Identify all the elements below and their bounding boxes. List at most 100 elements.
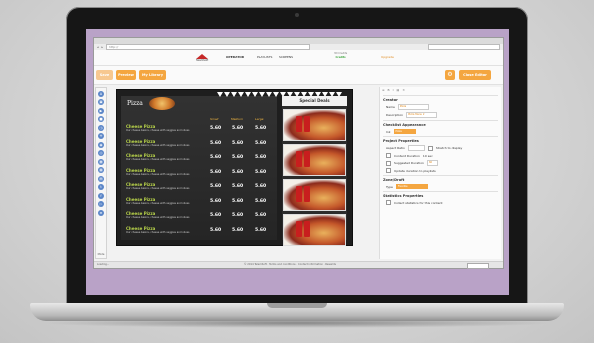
statistics-label: Collect statistics for this content <box>394 200 443 205</box>
deal-image[interactable] <box>283 214 346 246</box>
menu-item-price-large: 5.60 <box>255 198 267 204</box>
menu-item-row[interactable]: Cheese Pizza Our cheese basics, cheese wi… <box>126 211 274 224</box>
rss-icon[interactable]: ◉ <box>98 141 104 148</box>
back-icon[interactable]: ◂ <box>97 45 99 49</box>
menu-item-row[interactable]: Cheese Pizza Our cheese basics, cheese wi… <box>126 168 274 181</box>
type-select[interactable]: Flexible <box>395 184 428 189</box>
section-zone: Zone/Draft <box>383 175 498 182</box>
upgrade-link[interactable]: Upgrade <box>381 55 394 59</box>
update-label: Update duration to playlists <box>394 168 436 173</box>
menu-item-description: Our cheese basics, cheese with veggies a… <box>126 230 190 234</box>
nav-playlists[interactable]: PLAYLISTS <box>257 55 272 59</box>
menu-item-row[interactable]: Cheese Pizza Our cheese basics, cheese wi… <box>126 139 274 152</box>
laptop-notch <box>267 303 327 308</box>
menu-item-row[interactable]: Cheese Pizza Our cheese basics, cheese wi… <box>126 153 274 166</box>
browser-window: ◂ ▸ http:// TelemSoft OPERATOR PLAYLISTS… <box>93 37 504 269</box>
design-canvas[interactable]: Pizza Small Medium Large Cheese Pizza Our… <box>116 89 353 246</box>
column-medium: Medium <box>231 117 243 121</box>
nav-operator[interactable]: OPERATOR <box>226 55 244 59</box>
image-icon[interactable]: ▣ <box>98 99 104 105</box>
name-field[interactable]: Pizza <box>397 104 429 110</box>
menu-item-description: Our cheese basics, cheese with veggies a… <box>126 158 190 161</box>
align-icon[interactable]: ≡ <box>382 88 385 92</box>
layer-icon[interactable]: ▤ <box>396 88 399 92</box>
save-button[interactable]: Save <box>96 70 113 80</box>
menu-item-row[interactable]: Cheese Pizza Our cheese basics, cheese wi… <box>126 226 274 239</box>
playlist-icon[interactable]: ≡ <box>98 209 104 216</box>
menu-item-description: Our cheese basics, cheese with veggies a… <box>126 201 190 205</box>
suggested-checkbox[interactable] <box>386 160 391 166</box>
close-editor-button[interactable]: Close Editor <box>459 70 491 80</box>
italic-icon[interactable]: I <box>393 88 394 92</box>
menu-item-row[interactable]: Cheese Pizza Our cheese basics, cheese wi… <box>126 182 274 195</box>
mode-label[interactable]: Mode <box>96 253 106 256</box>
menu-item-description: Our cheese basics, cheese with veggies a… <box>126 143 190 147</box>
deal-image[interactable] <box>283 144 346 176</box>
footer-links[interactable]: © 2014 TelemSoft · Terms and conditions … <box>244 262 336 268</box>
menu-item-price-large: 5.60 <box>255 126 267 131</box>
column-large: Large <box>255 117 264 121</box>
content-duration-label: Content Duration <box>394 153 420 158</box>
special-deals-panel[interactable]: Special Deals <box>282 96 347 246</box>
forward-icon[interactable]: ▸ <box>102 45 104 49</box>
settings-gear-icon[interactable]: ⚙ <box>445 70 455 80</box>
stretch-checkbox[interactable] <box>427 145 433 151</box>
table-icon[interactable]: ▦ <box>98 158 104 165</box>
menu-item-price-medium: 5.60 <box>232 184 244 189</box>
youtube-icon[interactable]: ▷ <box>98 201 104 207</box>
menu-item-description: Our cheese basics, cheese with veggies a… <box>126 129 190 132</box>
column-small: Small <box>210 117 219 121</box>
web-icon[interactable]: ◎ <box>98 150 104 156</box>
special-deals-title: Special Deals <box>282 96 347 106</box>
duration-checkbox[interactable] <box>386 153 391 158</box>
menu-board[interactable]: Pizza Small Medium Large Cheese Pizza Our… <box>121 96 277 240</box>
shape-icon[interactable]: ■ <box>98 116 104 122</box>
bold-icon[interactable]: B <box>388 88 390 92</box>
stretch-label: Stretch to display <box>435 146 463 150</box>
qr-icon[interactable]: ▩ <box>98 167 104 173</box>
weather-icon[interactable]: ☀ <box>98 133 104 139</box>
menu-item-row[interactable]: Cheese Pizza Our cheese basics, cheese wi… <box>126 197 274 210</box>
nav-screens[interactable]: SCREENS <box>279 55 293 59</box>
menu-item-price-small: 5.60 <box>210 213 222 218</box>
camera-icon <box>295 13 299 17</box>
menu-item-price-medium: 5.60 <box>232 140 244 146</box>
properties-toolbar: ≡ B I ▤ ✕ <box>382 87 499 93</box>
preview-button[interactable]: Preview <box>116 70 136 80</box>
menu-item-price-medium: 5.60 <box>232 169 244 175</box>
grid-icon[interactable]: ▤ <box>98 175 104 182</box>
editor-workspace: A ▣ ▶ ■ ◷ ☀ ◉ ◎ ▦ ▩ ▤ t f ▷ ≡ Mode Pizza Small Medium L… <box>94 84 503 262</box>
menu-title[interactable]: Pizza <box>127 100 143 107</box>
description-field[interactable]: Pizza Menu 2 <box>406 112 438 118</box>
ink-select[interactable]: Pizza <box>393 129 416 134</box>
section-appearance: Checklist Appearance <box>383 120 498 127</box>
menu-item-row[interactable]: Cheese Pizza Our cheese basics, cheese wi… <box>126 124 274 137</box>
aspect-field[interactable] <box>407 145 425 151</box>
statistics-checkbox[interactable] <box>386 200 391 205</box>
menu-item-price-medium: 5.60 <box>232 227 244 233</box>
update-checkbox[interactable] <box>386 168 391 173</box>
status-select[interactable] <box>467 263 489 269</box>
aspect-label: Aspect Ratio <box>386 146 405 150</box>
status-bar: Loading... © 2014 TelemSoft · Terms and … <box>94 261 503 269</box>
clock-icon[interactable]: ◷ <box>98 124 104 131</box>
video-icon[interactable]: ▶ <box>98 107 104 114</box>
text-icon[interactable]: A <box>98 90 104 97</box>
suggested-field[interactable]: 60 <box>426 160 438 166</box>
app-logo[interactable]: TelemSoft <box>196 54 214 62</box>
menu-item-price-medium: 5.60 <box>232 213 244 218</box>
menu-item-price-medium: 5.60 <box>232 126 244 131</box>
my-library-button[interactable]: My Library <box>139 70 166 80</box>
deal-image[interactable] <box>283 179 346 211</box>
delete-icon[interactable]: ✕ <box>402 88 405 92</box>
ink-label: Ink <box>386 129 391 134</box>
menu-item-price-medium: 5.60 <box>232 155 244 160</box>
content-duration-value: 10 sec <box>422 153 433 158</box>
twitter-icon[interactable]: t <box>98 184 104 190</box>
type-label: Type <box>386 184 393 189</box>
deal-image[interactable] <box>283 109 346 141</box>
menu-item-price-large: 5.60 <box>255 184 267 189</box>
facebook-icon[interactable]: f <box>98 192 104 199</box>
pizza-photo[interactable] <box>149 97 175 110</box>
menu-item-price-large: 5.60 <box>255 155 267 160</box>
